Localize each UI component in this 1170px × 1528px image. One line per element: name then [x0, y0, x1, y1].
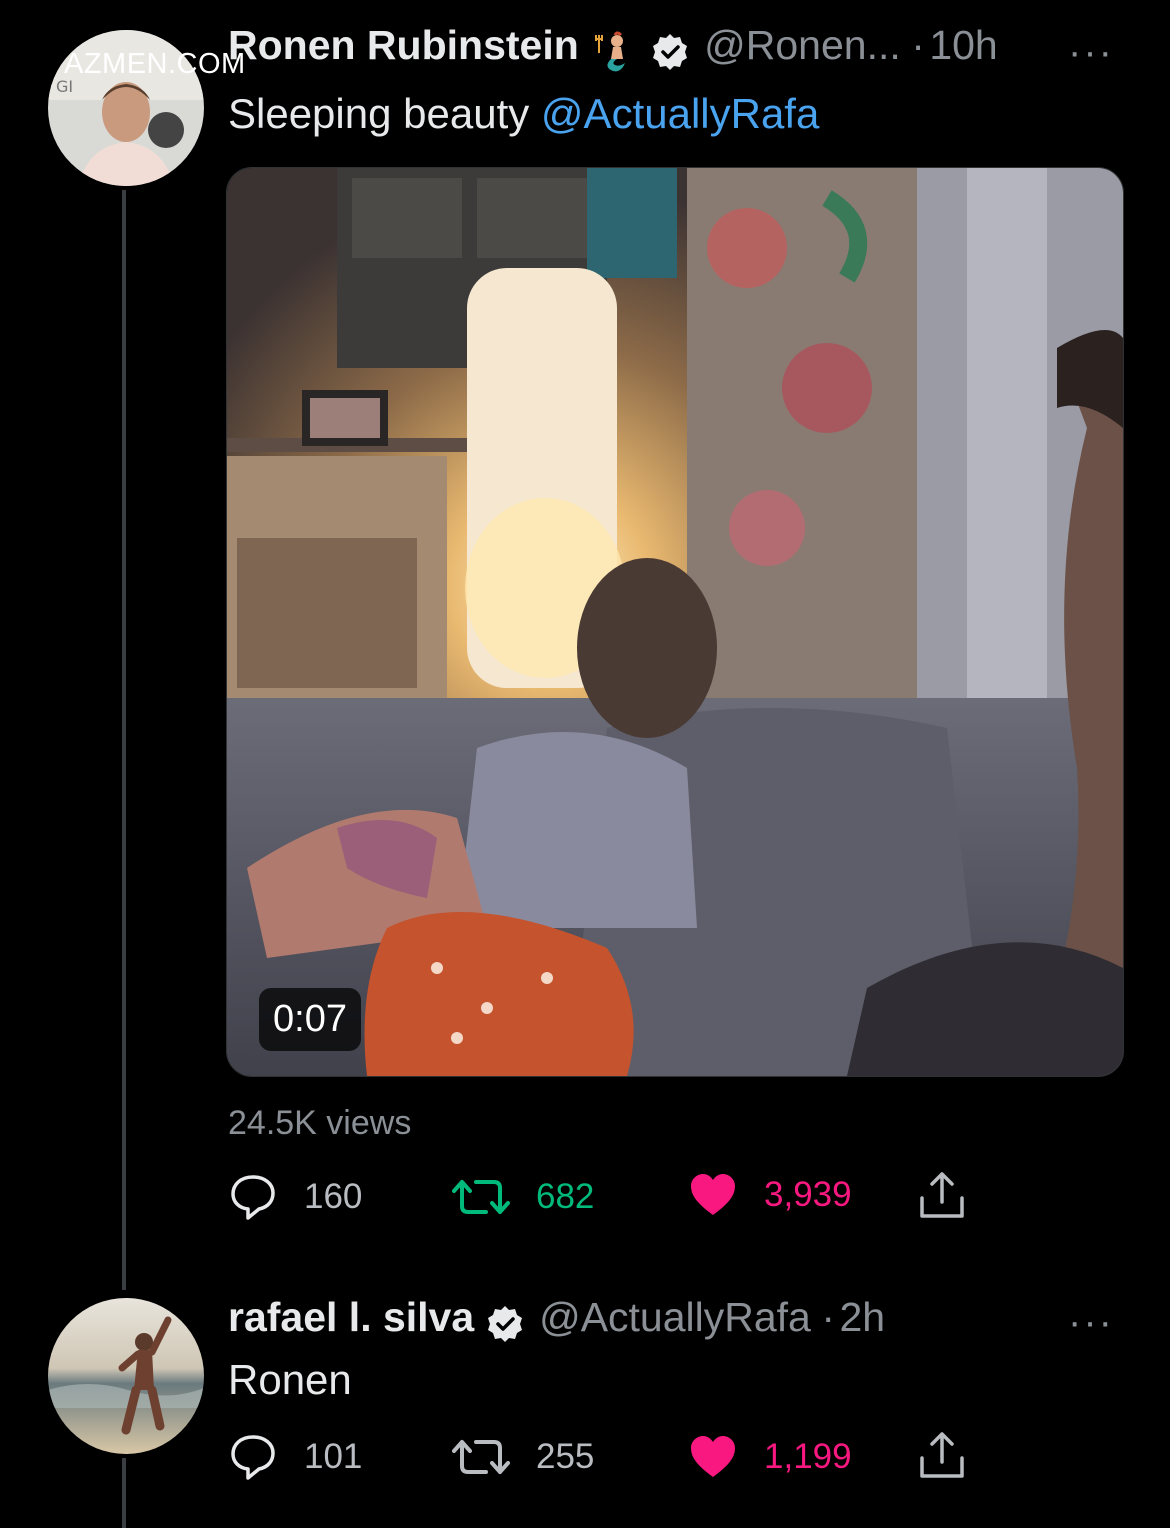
share-icon [920, 1432, 964, 1478]
share-button[interactable] [916, 1170, 994, 1222]
retweet-icon [452, 1440, 510, 1474]
like-button[interactable]: 1,199 [688, 1432, 852, 1482]
video-player[interactable]: 0:07 [226, 167, 1124, 1077]
retweet-button[interactable]: 255 [452, 1432, 594, 1482]
avatar-rafael[interactable] [48, 1298, 204, 1454]
merman-emoji-icon [593, 29, 639, 80]
video-duration-badge: 0:07 [259, 988, 361, 1051]
separator: · [821, 1294, 835, 1340]
handle[interactable]: @ActuallyRafa [539, 1294, 811, 1340]
retweet-count: 682 [536, 1177, 595, 1216]
reply-button[interactable]: 160 [228, 1172, 362, 1222]
like-count: 3,939 [764, 1175, 852, 1214]
heart-filled-icon [691, 1174, 735, 1215]
timestamp[interactable]: 10h [929, 22, 997, 68]
reply-icon [231, 1175, 275, 1220]
verified-badge-icon [485, 1304, 525, 1349]
display-name[interactable]: Ronen Rubinstein [228, 22, 579, 68]
tweet2-text: Ronen [228, 1356, 352, 1403]
like-count: 1,199 [764, 1437, 852, 1476]
reply-count: 101 [304, 1437, 363, 1476]
separator: · [911, 22, 925, 68]
tweet2-header: rafael l. silva @ActuallyRafa · 2h [228, 1294, 885, 1349]
more-options-icon[interactable]: ··· [1068, 1300, 1114, 1345]
video-thumbnail [227, 168, 1123, 1076]
share-icon [920, 1172, 964, 1218]
handle[interactable]: @Ronen... [704, 22, 901, 68]
share-button[interactable] [916, 1430, 994, 1482]
timestamp[interactable]: 2h [839, 1294, 885, 1340]
tweet1-header: Ronen Rubinstein @Ronen... · 10h [228, 22, 998, 80]
thread-line-top [122, 190, 126, 1290]
more-options-icon[interactable]: ··· [1068, 30, 1114, 75]
display-name[interactable]: rafael l. silva [228, 1294, 474, 1340]
like-button[interactable]: 3,939 [688, 1170, 852, 1220]
retweet-icon [452, 1180, 510, 1214]
mention-link[interactable]: @ActuallyRafa [541, 90, 819, 137]
retweet-count: 255 [536, 1437, 595, 1476]
retweet-button[interactable]: 682 [452, 1172, 594, 1222]
reply-icon [231, 1435, 275, 1480]
tweet1-text: Sleeping beauty @ActuallyRafa [228, 90, 819, 138]
reply-button[interactable]: 101 [228, 1432, 362, 1482]
thread-line-bottom [122, 1458, 126, 1528]
watermark: AZMEN.COM [64, 48, 246, 80]
heart-filled-icon [691, 1436, 735, 1477]
reply-count: 160 [304, 1177, 363, 1216]
verified-badge-icon [650, 32, 690, 77]
tweet-text-plain: Sleeping beauty [228, 90, 541, 137]
view-count[interactable]: 24.5K views [228, 1104, 411, 1143]
